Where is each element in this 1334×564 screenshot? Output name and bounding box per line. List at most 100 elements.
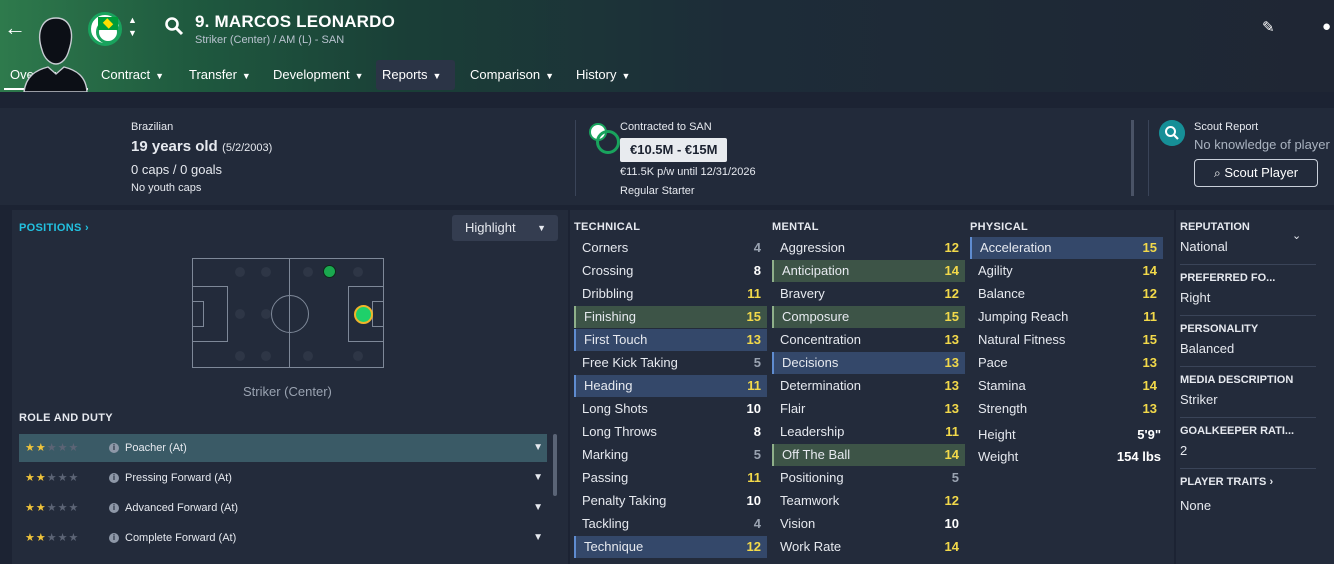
- attribute-row[interactable]: Balance 12: [970, 283, 1163, 305]
- attribute-value: 14: [1142, 263, 1157, 278]
- attribute-value: 14: [1142, 378, 1157, 393]
- attribute-row[interactable]: First Touch 13: [574, 329, 767, 351]
- tab-comparison[interactable]: Comparison ▼: [464, 60, 560, 90]
- attribute-name: Crossing: [582, 263, 634, 278]
- attribute-row[interactable]: Long Shots 10: [574, 398, 767, 420]
- attribute-row[interactable]: Agility 14: [970, 260, 1163, 282]
- chevron-down-icon[interactable]: ▼: [533, 464, 543, 492]
- attribute-row[interactable]: Marking 5: [574, 444, 767, 466]
- info-icon[interactable]: i: [109, 473, 119, 483]
- attribute-row[interactable]: Heading 11: [574, 375, 767, 397]
- chevron-down-icon: ▼: [354, 71, 364, 81]
- transfer-value-chip[interactable]: €10.5M - €15M: [620, 138, 728, 162]
- attribute-value: 11: [1143, 309, 1157, 324]
- attribute-row[interactable]: Leadership 11: [772, 421, 965, 443]
- attribute-row[interactable]: Acceleration 15: [970, 237, 1163, 259]
- height-label: Height: [978, 427, 1016, 442]
- info-icon[interactable]: i: [109, 443, 119, 453]
- attribute-value: 12: [1142, 286, 1157, 301]
- attribute-row[interactable]: Teamwork 12: [772, 490, 965, 512]
- media-description-block: MEDIA DESCRIPTION Striker: [1180, 374, 1316, 407]
- chevron-down-icon[interactable]: ▼: [533, 434, 543, 462]
- attribute-row[interactable]: Composure 15: [772, 306, 965, 328]
- divider: [575, 120, 576, 196]
- attribute-row[interactable]: Passing 11: [574, 467, 767, 489]
- height-row: Height 5'9": [970, 424, 1167, 446]
- divider: [1148, 120, 1149, 196]
- attribute-row[interactable]: Aggression 12: [772, 237, 965, 259]
- attribute-row[interactable]: Concentration 13: [772, 329, 965, 351]
- squad-status: Regular Starter: [620, 185, 695, 197]
- highlight-label: Highlight: [465, 220, 516, 235]
- attribute-row[interactable]: Crossing 8: [574, 260, 767, 282]
- tab-contract[interactable]: Contract ▼: [95, 60, 170, 90]
- attribute-row[interactable]: Penalty Taking 10: [574, 490, 767, 512]
- star-icon: ★: [68, 442, 80, 454]
- age-line: 19 years old (5/2/2003): [131, 138, 272, 156]
- attribute-value: 11: [747, 286, 761, 301]
- pitch-position-slot: [235, 309, 245, 319]
- attribute-row[interactable]: Corners 4: [574, 237, 767, 259]
- attribute-row[interactable]: Technique 12: [574, 536, 767, 558]
- player-traits-block[interactable]: PLAYER TRAITS › None: [1180, 476, 1316, 513]
- attribute-row[interactable]: Decisions 13: [772, 352, 965, 374]
- search-icon[interactable]: [164, 16, 184, 36]
- attribute-row[interactable]: Strength 13: [970, 398, 1163, 420]
- tab-reports[interactable]: Reports ▼: [376, 60, 455, 90]
- divider: [1180, 366, 1316, 367]
- attribute-row[interactable]: Flair 13: [772, 398, 965, 420]
- attribute-row[interactable]: Tackling 4: [574, 513, 767, 535]
- attribute-name: Jumping Reach: [978, 309, 1069, 324]
- attribute-row[interactable]: Free Kick Taking 5: [574, 352, 767, 374]
- attribute-name: Determination: [780, 378, 861, 393]
- reputation-block[interactable]: REPUTATION National ⌄: [1180, 221, 1316, 254]
- info-icon[interactable]: i: [109, 503, 119, 513]
- pitch-position-slot: [235, 267, 245, 277]
- star-icon: ★: [46, 442, 58, 454]
- globe-icon[interactable]: ●: [1322, 18, 1331, 35]
- role-row[interactable]: ★★★★★ i Poacher (At) ▼: [19, 434, 547, 462]
- pitch-center-circle: [271, 295, 309, 333]
- scout-player-button[interactable]: ⌕ Scout Player: [1194, 159, 1318, 187]
- tab-transfer[interactable]: Transfer ▼: [183, 60, 257, 90]
- attribute-row[interactable]: Anticipation 14: [772, 260, 965, 282]
- attribute-row[interactable]: Finishing 15: [574, 306, 767, 328]
- attribute-row[interactable]: Long Throws 8: [574, 421, 767, 443]
- chevron-down-icon[interactable]: ▼: [533, 524, 543, 552]
- attribute-row[interactable]: Determination 13: [772, 375, 965, 397]
- chevron-down-icon[interactable]: ⌄: [1292, 229, 1301, 242]
- highlight-dropdown[interactable]: Highlight ▼: [452, 215, 558, 241]
- attribute-row[interactable]: Work Rate 14: [772, 536, 965, 558]
- attribute-row[interactable]: Dribbling 11: [574, 283, 767, 305]
- attribute-row[interactable]: Bravery 12: [772, 283, 965, 305]
- attribute-name: Off The Ball: [782, 447, 851, 462]
- attribute-name: Positioning: [780, 470, 844, 485]
- attribute-value: 11: [747, 378, 761, 393]
- tab-history[interactable]: History ▼: [570, 60, 636, 90]
- attribute-row[interactable]: Off The Ball 14: [772, 444, 965, 466]
- attribute-value: 11: [945, 424, 959, 439]
- edit-pencil-icon[interactable]: ✎: [1262, 18, 1275, 36]
- attribute-row[interactable]: Natural Fitness 15: [970, 329, 1163, 351]
- attribute-name: Teamwork: [780, 493, 840, 508]
- attribute-name: Stamina: [978, 378, 1026, 393]
- attribute-row[interactable]: Stamina 14: [970, 375, 1163, 397]
- player-switch-arrows-icon[interactable]: ▲ ▼: [128, 14, 137, 40]
- divider: [1131, 120, 1134, 196]
- attribute-name: Agility: [978, 263, 1013, 278]
- star-icon: ★: [35, 472, 47, 484]
- scout-player-label: Scout Player: [1224, 165, 1299, 180]
- role-row[interactable]: ★★★★★ i Complete Forward (At) ▼: [19, 524, 547, 552]
- attribute-row[interactable]: Vision 10: [772, 513, 965, 535]
- role-list-scrollbar[interactable]: [553, 434, 557, 496]
- role-row[interactable]: ★★★★★ i Pressing Forward (At) ▼: [19, 464, 547, 492]
- positions-heading[interactable]: POSITIONS ›: [19, 222, 89, 234]
- attribute-row[interactable]: Positioning 5: [772, 467, 965, 489]
- info-icon[interactable]: i: [109, 533, 119, 543]
- attribute-value: 13: [1142, 355, 1157, 370]
- tab-development[interactable]: Development ▼: [267, 60, 370, 90]
- attribute-row[interactable]: Pace 13: [970, 352, 1163, 374]
- chevron-down-icon[interactable]: ▼: [533, 494, 543, 522]
- attribute-row[interactable]: Jumping Reach 11: [970, 306, 1163, 328]
- role-row[interactable]: ★★★★★ i Advanced Forward (At) ▼: [19, 494, 547, 522]
